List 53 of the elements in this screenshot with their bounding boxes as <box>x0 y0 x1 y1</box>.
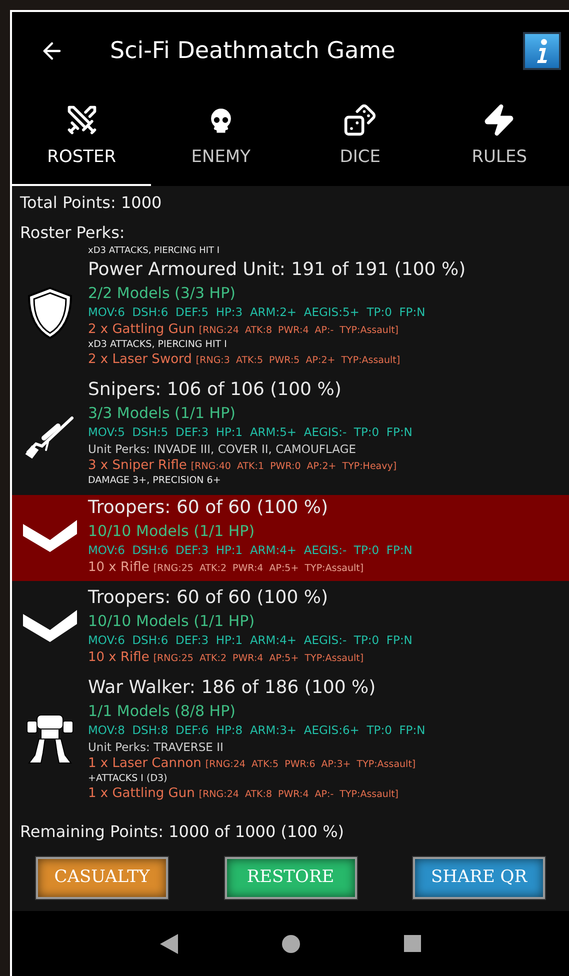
unit-title: Power Armoured Unit: 191 of 191 (100 %) <box>88 258 466 282</box>
total-points: Total Points: 1000 <box>19 192 163 214</box>
weapon-name: 1 x Laser Cannon <box>88 755 202 772</box>
unit-title: War Walker: 186 of 186 (100 %) <box>88 676 377 700</box>
weapon-stats: [RNG:40 ATK:1 PWR:0 AP:2+ TYP:Heavy] <box>190 460 397 474</box>
unit-row[interactable]: Troopers: 60 of 60 (100 %) 10/10 Models (1/1 HP) MOV:6 DSH:6 DEF:3 HP:1 ARM:4+ AEGIS:- TP:0 FP:N 10 x Rifle [RNG:25 ATK:2 PWR:4 AP:5+ TYP:Assault] <box>12 495 569 581</box>
unit-perks: Unit Perks: TRAVERSE II <box>88 739 224 755</box>
weapon-name: 10 x Rifle <box>88 559 150 576</box>
weapon-stats: [RNG:24 ATK:8 PWR:4 AP:- TYP:Assault] <box>198 324 399 338</box>
unit-title: Troopers: 60 of 60 (100 %) <box>88 496 329 520</box>
models-count: 1/1 Models (8/8 HP) <box>88 701 236 722</box>
home-circle-icon[interactable] <box>282 934 300 952</box>
models-count: 3/3 Models (1/1 HP) <box>88 403 236 424</box>
unit-stats: MOV:8 DSH:8 DEF:6 HP:8 ARM:3+ AEGIS:6+ TP:0 FP:N <box>88 722 426 739</box>
unit-perks: Unit Perks: INVADE III, COVER II, CAMOUFLAGE <box>88 441 357 457</box>
weapon-name: 3 x Sniper Rifle <box>88 457 187 474</box>
weapon-name: 2 x Gattling Gun <box>88 321 195 338</box>
info-button[interactable] <box>523 32 561 70</box>
weapon-name: 2 x Laser Sword <box>88 351 192 368</box>
weapon-name: 1 x Gattling Gun <box>88 785 195 802</box>
models-count: 10/10 Models (1/1 HP) <box>88 521 256 542</box>
unit-title: Troopers: 60 of 60 (100 %) <box>88 586 329 610</box>
remaining-points: Remaining Points: 1000 of 1000 (100 %) <box>19 821 346 843</box>
unit-stats: MOV:5 DSH:5 DEF:3 HP:1 ARM:5+ AEGIS:- TP:0 FP:N <box>88 424 412 441</box>
action-button[interactable]: SHARE QR <box>413 857 545 899</box>
weapon-note: xD3 ATTACKS, PIERCING HIT I <box>88 339 228 351</box>
info-icon <box>535 38 549 64</box>
chevron-down-icon <box>21 518 79 554</box>
chevron-down-icon <box>21 608 79 644</box>
roster-perks-label: Roster Perks: <box>19 222 126 244</box>
dice-icon <box>343 103 378 138</box>
weapon-name: 10 x Rifle <box>88 649 150 666</box>
nav-tab[interactable]: DICE <box>290 90 430 186</box>
unit-stats: MOV:6 DSH:6 DEF:3 HP:1 ARM:4+ AEGIS:- TP:0 FP:N <box>88 632 412 649</box>
nav-tab[interactable]: ENEMY <box>151 90 290 186</box>
weapon-note: DAMAGE 3+, PRECISION 6+ <box>88 475 222 487</box>
models-count: 10/10 Models (1/1 HP) <box>88 611 256 632</box>
weapon-stats: [RNG:25 ATK:2 PWR:4 AP:5+ TYP:Assault] <box>153 652 364 666</box>
unit-row[interactable]: Troopers: 60 of 60 (100 %) 10/10 Models (1/1 HP) MOV:6 DSH:6 DEF:3 HP:1 ARM:4+ AEGIS:- TP:0 FP:N 10 x Rifle [RNG:25 ATK:2 PWR:4 AP:5+ TYP:Assault] <box>12 585 569 671</box>
shield-icon <box>25 285 75 341</box>
unit-stats: MOV:6 DSH:6 DEF:3 HP:1 ARM:4+ AEGIS:- TP:0 FP:N <box>88 542 412 559</box>
weapon-stats: [RNG:24 ATK:5 PWR:6 AP:3+ TYP:Assault] <box>205 758 416 772</box>
app-title: Sci-Fi Deathmatch Game <box>110 36 396 66</box>
weapon-stats: [RNG:3 ATK:5 PWR:5 AP:2+ TYP:Assault] <box>196 354 400 368</box>
weapon-stats: [RNG:24 ATK:8 PWR:4 AP:- TYP:Assault] <box>198 788 399 802</box>
weapon-stats: [RNG:25 ATK:2 PWR:4 AP:5+ TYP:Assault] <box>153 562 364 576</box>
unit-title: Snipers: 106 of 106 (100 %) <box>88 378 342 402</box>
nav-tab[interactable]: RULES <box>430 90 569 186</box>
models-count: 2/2 Models (3/3 HP) <box>88 283 236 304</box>
weapon-note: xD3 ATTACKS, PIERCING HIT I <box>87 246 221 257</box>
back-triangle-icon[interactable] <box>160 934 178 954</box>
unit-stats: MOV:6 DSH:6 DEF:5 HP:3 ARM:2+ AEGIS:5+ TP:0 FP:N <box>88 304 426 321</box>
weapon-note: +ATTACKS I (D3) <box>88 773 168 785</box>
